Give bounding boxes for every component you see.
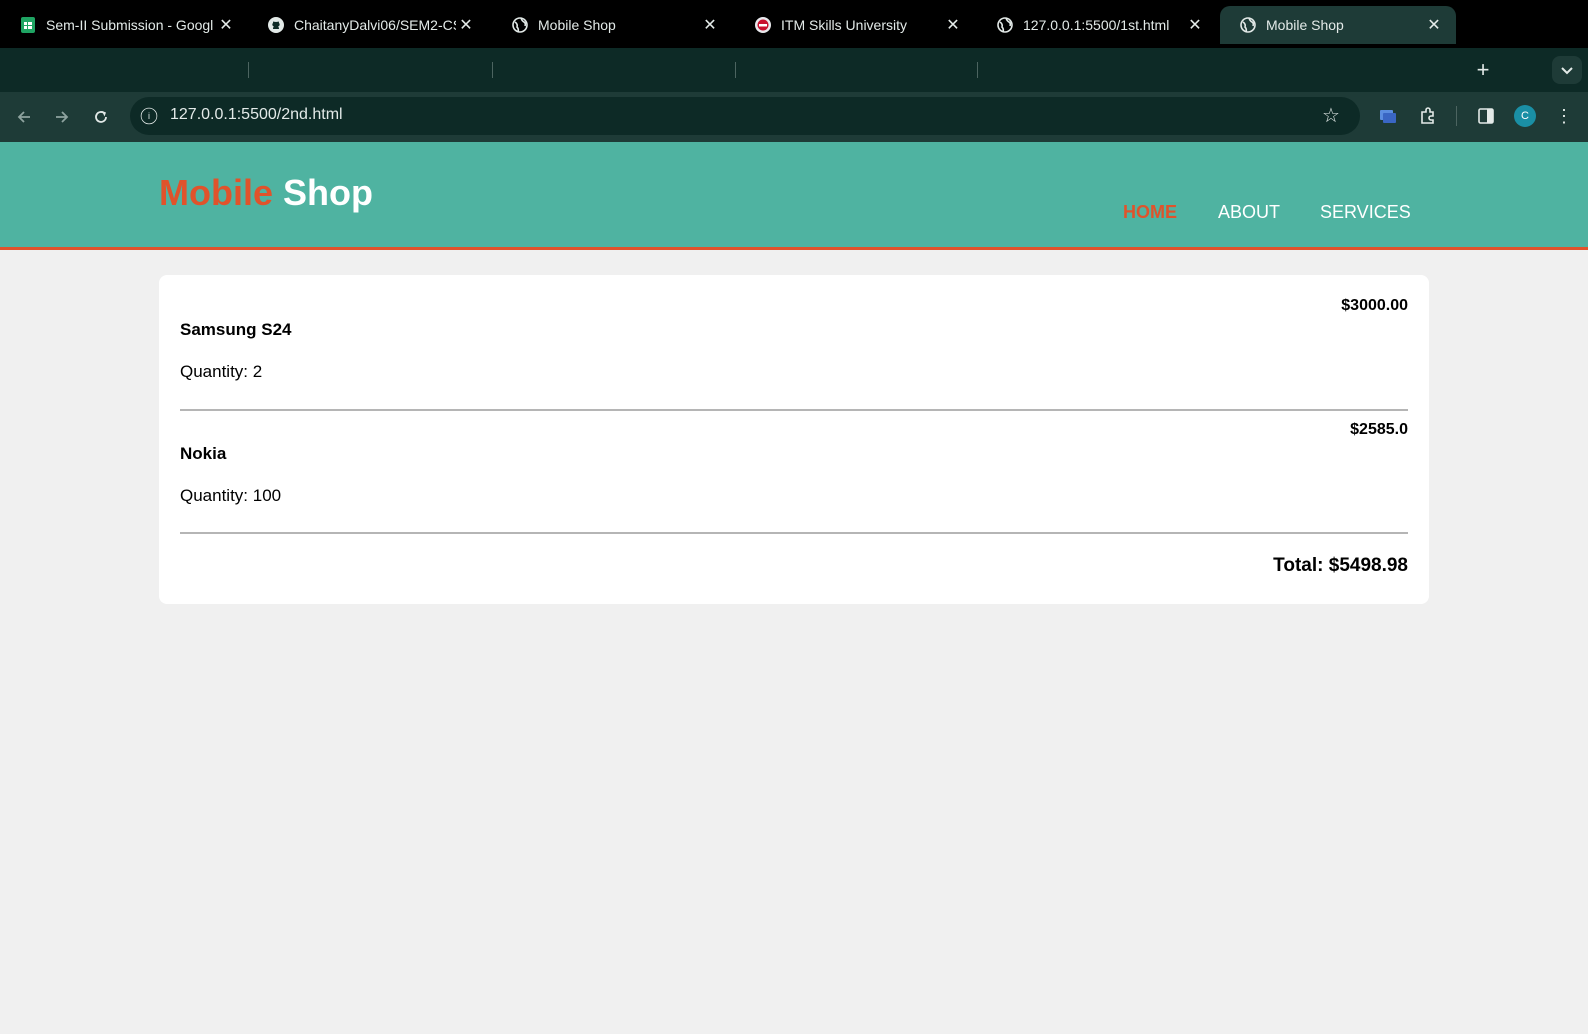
item-divider <box>180 409 1408 411</box>
site-header: Mobile Shop HOME ABOUT SERVICES <box>0 142 1588 250</box>
chevron-down-icon <box>1561 67 1573 75</box>
back-button[interactable] <box>11 104 37 130</box>
logo-part-1: Mobile <box>159 172 273 213</box>
site-info-icon[interactable]: i <box>140 107 158 125</box>
item-name: Nokia <box>180 444 227 463</box>
tab-separator <box>248 62 249 78</box>
item-name: Samsung S24 <box>180 320 292 339</box>
arrow-right-icon <box>56 111 69 123</box>
cart-card: $3000.00 Samsung S24 Quantity: 2 $2585.0… <box>159 275 1429 604</box>
tab-title: ChaitanyDalvi06/SEM2-CS <box>294 17 456 33</box>
reload-icon <box>95 111 107 123</box>
tab-mobile-shop-active[interactable]: Mobile Shop ✕ <box>1220 6 1456 44</box>
tab-title: Mobile Shop <box>1266 17 1344 33</box>
arrow-left-icon <box>17 111 30 123</box>
item-divider <box>180 532 1408 534</box>
tab-strip <box>0 48 1588 92</box>
tab-sem-ii-submission[interactable]: Sem-II Submission - Googl ✕ <box>0 6 248 44</box>
tab-title: Mobile Shop <box>538 17 616 33</box>
forward-button[interactable] <box>49 104 75 130</box>
tab-github[interactable]: ChaitanyDalvi06/SEM2-CS ✕ <box>248 6 488 44</box>
nav-services[interactable]: SERVICES <box>1320 202 1411 223</box>
item-quantity: Quantity: 100 <box>180 486 282 505</box>
tab-title: Sem-II Submission - Googl <box>46 17 214 33</box>
close-icon[interactable]: ✕ <box>456 15 476 35</box>
item-price: $3000.00 <box>1341 297 1408 314</box>
url-text[interactable]: 127.0.0.1:5500/2nd.html <box>170 106 343 124</box>
tab-1st-html[interactable]: 127.0.0.1:5500/1st.html ✕ <box>977 6 1217 44</box>
close-icon[interactable]: ✕ <box>216 15 236 35</box>
side-panel-icon[interactable] <box>1473 103 1499 129</box>
extension-icon[interactable] <box>1375 103 1401 129</box>
tab-search-button[interactable] <box>1552 56 1582 84</box>
item-quantity: Quantity: 2 <box>180 362 263 381</box>
globe-icon <box>512 17 528 33</box>
sheets-icon <box>20 17 36 33</box>
tab-itm-skills[interactable]: ITM Skills University ✕ <box>735 6 975 44</box>
toolbar-separator <box>1456 106 1457 126</box>
itm-icon <box>755 17 771 33</box>
new-tab-button[interactable]: + <box>1468 56 1498 84</box>
cart-total: Total: $5498.98 <box>1273 555 1408 576</box>
logo-part-2: Shop <box>283 172 373 213</box>
reload-button[interactable] <box>88 104 114 130</box>
close-icon[interactable]: ✕ <box>1424 15 1444 35</box>
tab-separator <box>977 62 978 78</box>
tab-mobile-shop[interactable]: Mobile Shop ✕ <box>492 6 732 44</box>
close-icon[interactable]: ✕ <box>700 15 720 35</box>
tab-separator <box>492 62 493 78</box>
globe-icon <box>1240 17 1256 33</box>
tab-title: ITM Skills University <box>781 17 908 33</box>
site-logo[interactable]: Mobile Shop <box>159 172 373 214</box>
star-icon[interactable]: ☆ <box>1322 103 1340 128</box>
page-viewport: Mobile Shop HOME ABOUT SERVICES $3000.00… <box>0 142 1588 1034</box>
item-price: $2585.0 <box>1350 421 1408 438</box>
nav-about[interactable]: ABOUT <box>1218 202 1280 223</box>
globe-icon <box>997 17 1013 33</box>
close-icon[interactable]: ✕ <box>1185 15 1205 35</box>
nav-home[interactable]: HOME <box>1123 202 1177 223</box>
menu-icon[interactable]: ⋮ <box>1551 103 1577 129</box>
github-icon <box>268 17 284 33</box>
close-icon[interactable]: ✕ <box>943 15 963 35</box>
puzzle-icon[interactable] <box>1415 103 1441 129</box>
tab-title: 127.0.0.1:5500/1st.html <box>1023 17 1170 33</box>
tab-separator <box>735 62 736 78</box>
profile-avatar[interactable]: C <box>1514 105 1536 127</box>
